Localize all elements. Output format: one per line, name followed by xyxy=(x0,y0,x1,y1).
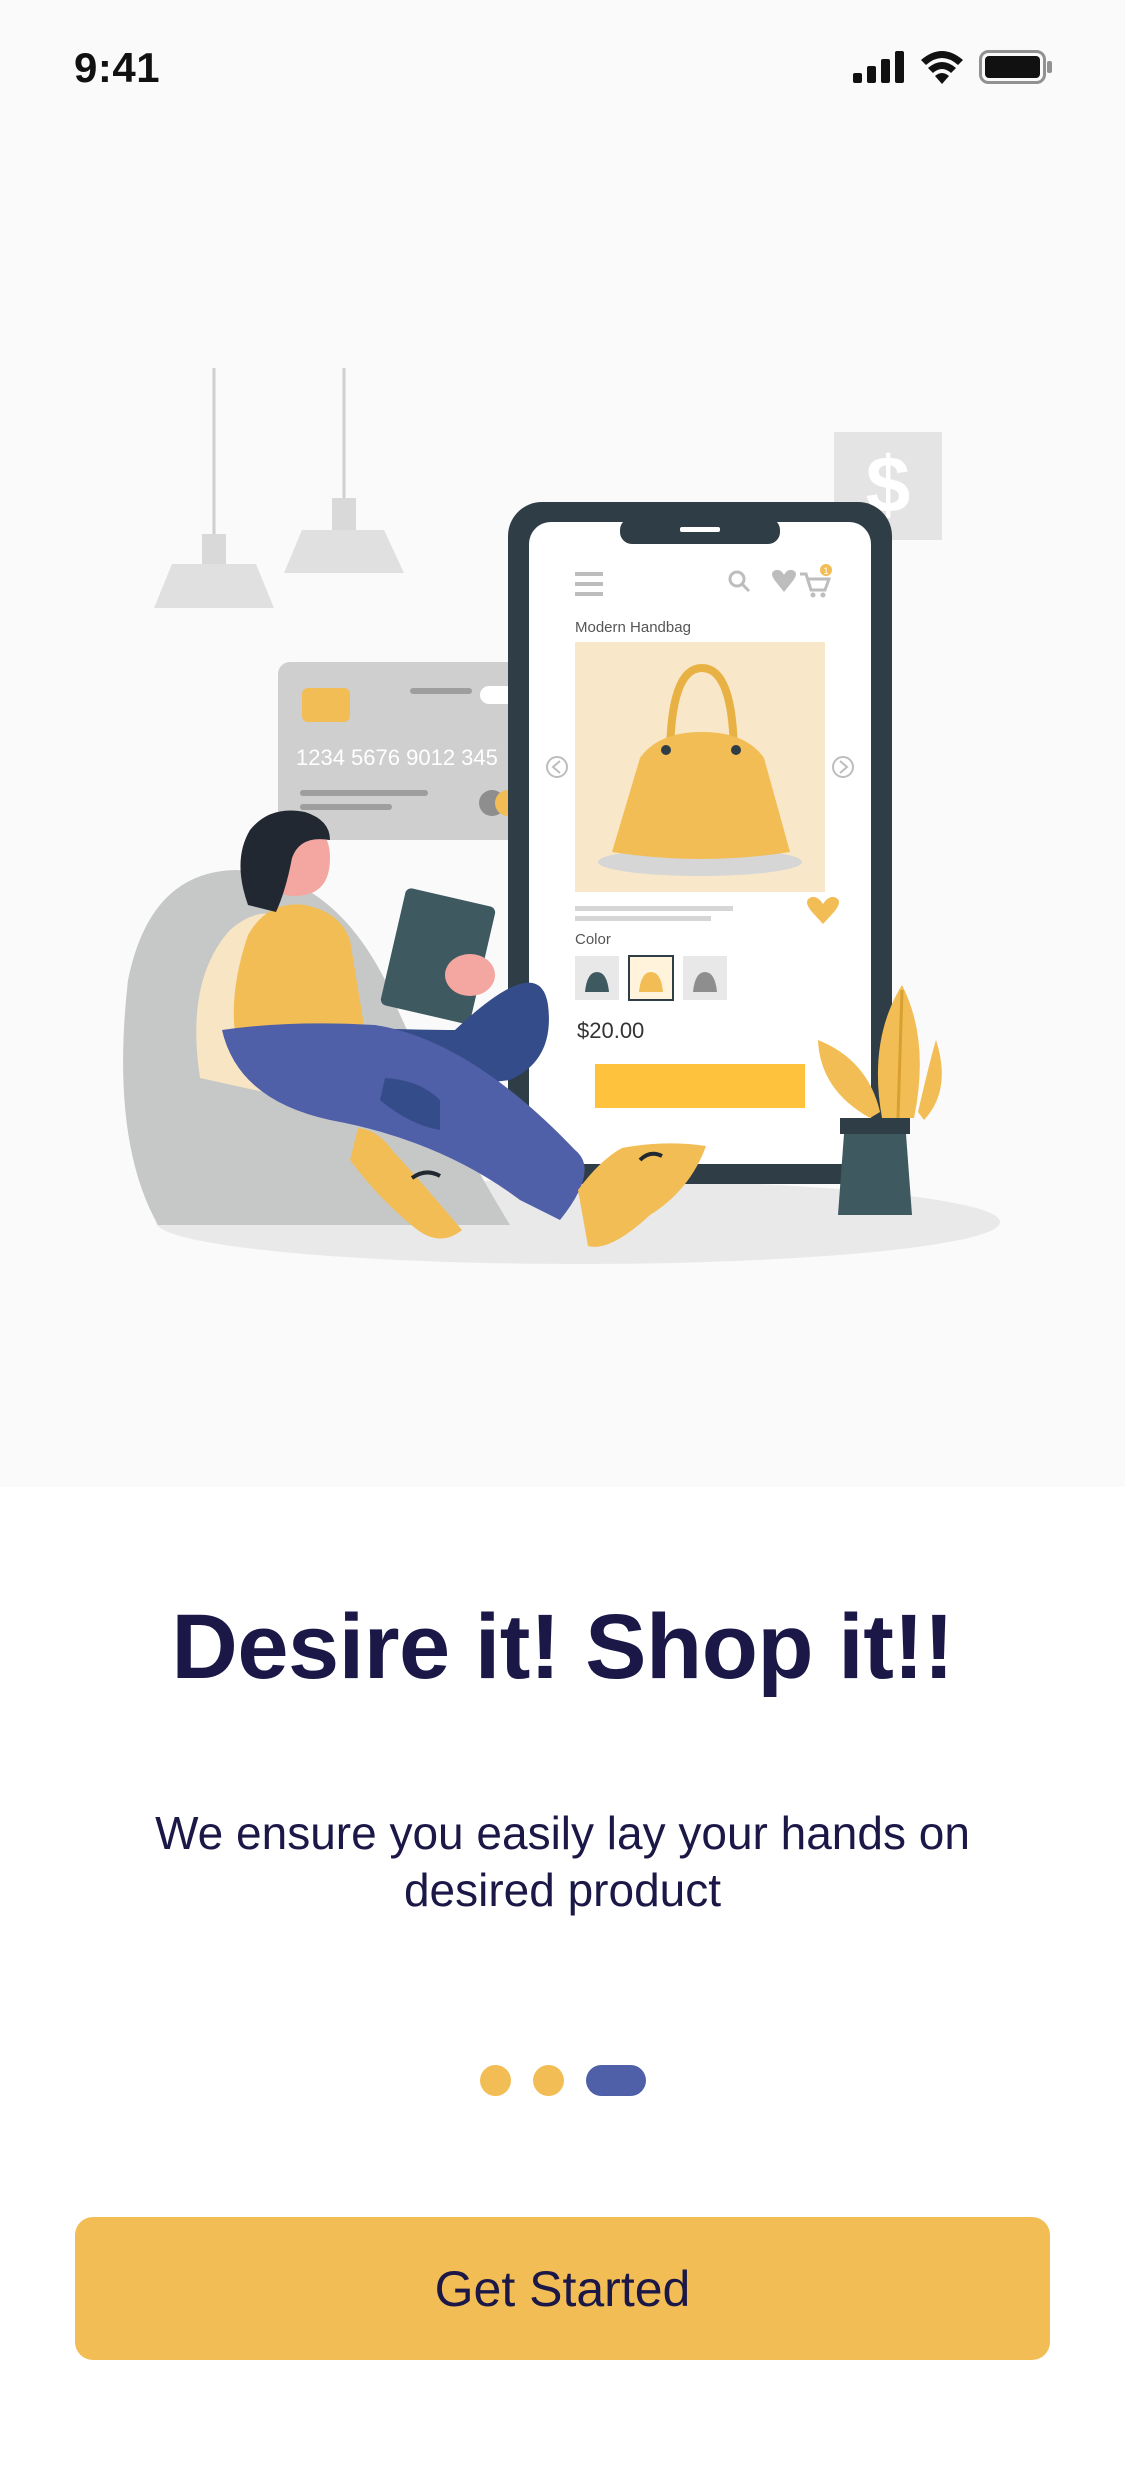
menu-icon xyxy=(575,572,603,596)
credit-card-icon: 1234 5676 9012 345 xyxy=(278,662,528,840)
cart-badge: 1 xyxy=(823,566,828,576)
page-dot-3-active[interactable] xyxy=(585,2065,646,2096)
hero-illustration: $ 1234 5676 9012 345 1 Modern Handbag Co… xyxy=(0,135,1125,1487)
status-time: 9:41 xyxy=(74,44,161,91)
cellular-signal-icon xyxy=(853,51,904,83)
card-number: 1234 5676 9012 345 xyxy=(296,745,498,770)
screen-product-title: Modern Handbag xyxy=(575,619,691,636)
page-dot-1[interactable] xyxy=(479,2065,511,2096)
pendant-lamp-right-icon xyxy=(284,368,404,573)
onboarding-subtitle: We ensure you easily lay your hands on d… xyxy=(155,1807,970,1916)
onboarding-title: Desire it! Shop it!! xyxy=(171,1596,954,1698)
pendant-lamp-left-icon xyxy=(154,368,274,608)
get-started-button[interactable]: Get Started xyxy=(75,2217,1050,2360)
status-bar: 9:41 xyxy=(0,0,1125,135)
battery-icon xyxy=(979,50,1052,84)
shopping-illustration: $ 1234 5676 9012 345 1 Modern Handbag Co… xyxy=(123,368,1000,1264)
screen-color-label: Color xyxy=(575,931,611,948)
status-icons xyxy=(853,50,1053,84)
page-indicator xyxy=(0,2065,1125,2096)
screen-price: $20.00 xyxy=(577,1018,644,1043)
wifi-icon xyxy=(921,51,963,84)
page-dot-2[interactable] xyxy=(532,2065,564,2096)
